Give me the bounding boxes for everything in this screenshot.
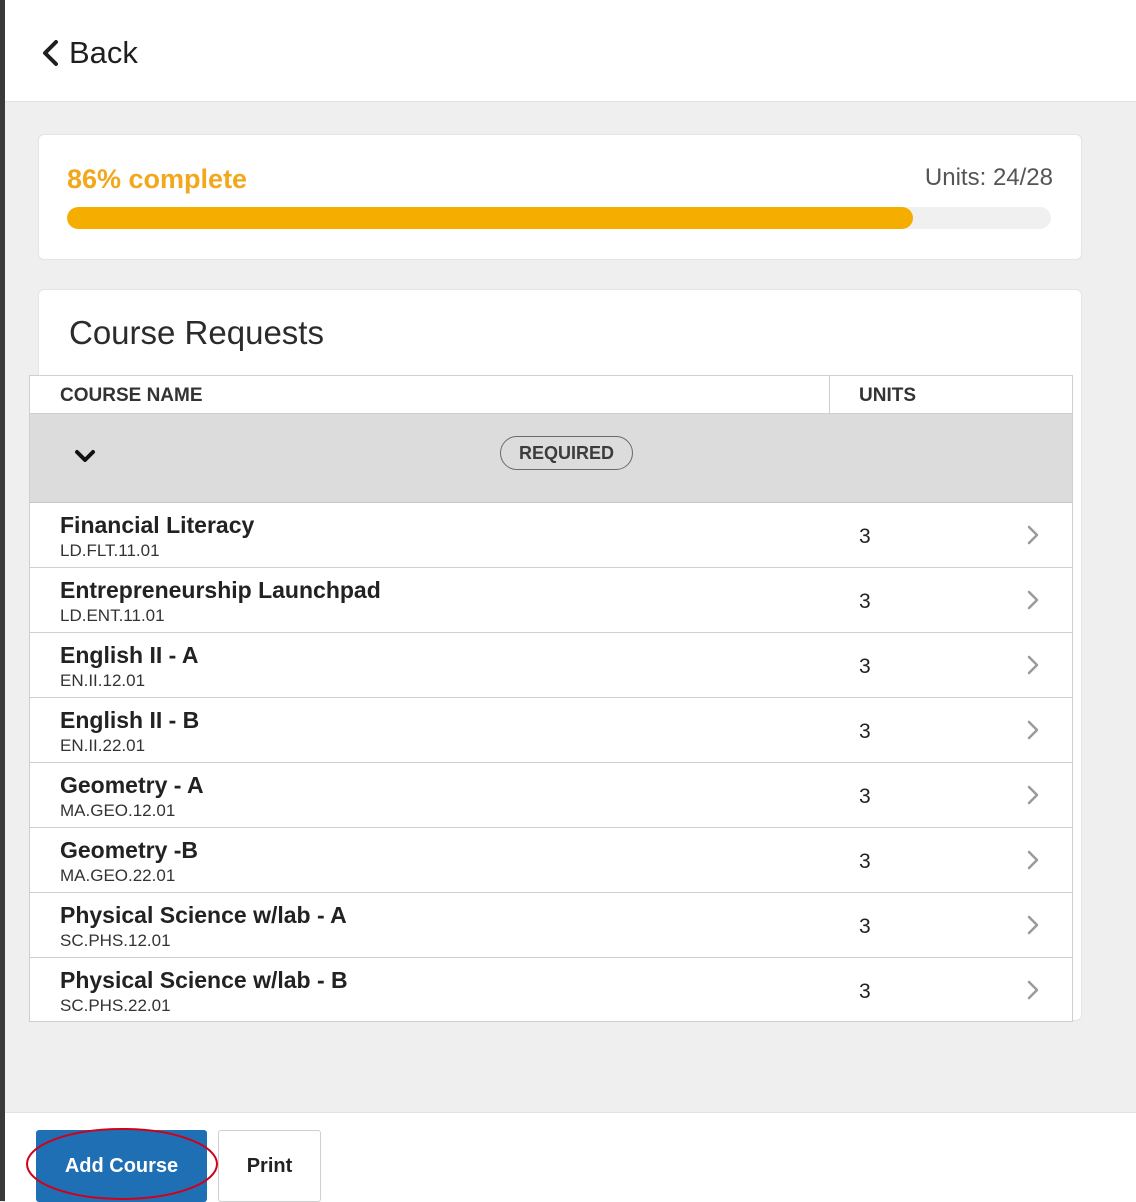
course-code: MA.GEO.22.01 xyxy=(60,866,176,885)
chevron-right-icon xyxy=(1026,654,1040,681)
left-edge-rule xyxy=(0,0,5,1201)
course-units: 3 xyxy=(859,525,871,548)
course-units: 3 xyxy=(859,655,871,678)
chevron-right-icon xyxy=(1026,914,1040,941)
course-units: 3 xyxy=(859,785,871,808)
course-row[interactable]: English II - B EN.II.22.01 3 xyxy=(30,698,1072,763)
required-badge: REQUIRED xyxy=(500,436,634,470)
course-name: English II - B xyxy=(60,707,200,733)
course-name: Geometry - A xyxy=(60,772,204,798)
course-code: SC.PHS.12.01 xyxy=(60,931,171,950)
back-link[interactable]: Back xyxy=(39,33,138,73)
chevron-right-icon xyxy=(1026,784,1040,811)
course-units: 3 xyxy=(859,720,871,743)
print-button[interactable]: Print xyxy=(218,1130,321,1202)
required-group-row: REQUIRED xyxy=(30,414,1072,503)
chevron-right-icon xyxy=(1026,524,1040,551)
course-name: Physical Science w/lab - B xyxy=(60,967,348,993)
course-row[interactable]: Geometry -B MA.GEO.22.01 3 xyxy=(30,828,1072,893)
units-count: Units: 24/28 xyxy=(924,164,1053,191)
course-row[interactable]: English II - A EN.II.12.01 3 xyxy=(30,633,1072,698)
chevron-left-icon xyxy=(43,40,58,66)
column-header-units: UNITS xyxy=(859,385,916,406)
course-row[interactable]: Physical Science w/lab - A SC.PHS.12.01 3 xyxy=(30,893,1072,958)
course-units: 3 xyxy=(859,590,871,613)
course-code: EN.II.22.01 xyxy=(60,736,146,755)
table-header: COURSE NAME UNITS xyxy=(30,376,1072,414)
course-name: Entrepreneurship Launchpad xyxy=(60,577,381,603)
chevron-right-icon xyxy=(1026,979,1040,1006)
column-header-course-name: COURSE NAME xyxy=(60,385,203,406)
course-code: SC.PHS.22.01 xyxy=(60,996,171,1015)
course-rows: Financial Literacy LD.FLT.11.01 3 Entrepren… xyxy=(30,503,1072,1021)
course-code: LD.ENT.11.01 xyxy=(60,606,165,625)
course-code: LD.FLT.11.01 xyxy=(60,541,160,560)
course-code: MA.GEO.12.01 xyxy=(60,801,176,820)
column-divider xyxy=(829,376,830,413)
course-name: Financial Literacy xyxy=(60,512,255,538)
back-label: Back xyxy=(69,35,138,70)
course-units: 3 xyxy=(859,850,871,873)
progress-bar-fill xyxy=(67,207,914,229)
course-row[interactable]: Financial Literacy LD.FLT.11.01 3 xyxy=(30,503,1072,568)
course-name: Physical Science w/lab - A xyxy=(60,902,347,928)
chevron-right-icon xyxy=(1026,849,1040,876)
progress-card: 86% complete Units: 24/28 xyxy=(38,134,1082,260)
progress-complete-label: 86% complete xyxy=(67,164,248,194)
course-code: EN.II.12.01 xyxy=(60,671,146,690)
course-name: Geometry -B xyxy=(60,837,199,863)
chevron-right-icon xyxy=(1026,719,1040,746)
course-requests-title: Course Requests xyxy=(69,314,324,351)
course-row[interactable]: Physical Science w/lab - B SC.PHS.22.01 3 xyxy=(30,958,1072,1021)
course-units: 3 xyxy=(859,980,871,1003)
course-row[interactable]: Entrepreneurship Launchpad LD.ENT.11.01 3 xyxy=(30,568,1072,633)
progress-bar-track xyxy=(67,207,1051,229)
course-name: English II - A xyxy=(60,642,199,668)
top-bar: Back xyxy=(5,0,1136,102)
chevron-right-icon xyxy=(1026,589,1040,616)
add-course-button[interactable]: Add Course xyxy=(36,1130,207,1202)
course-units: 3 xyxy=(859,915,871,938)
footer-bar: Add Course Print xyxy=(5,1112,1136,1202)
course-row[interactable]: Geometry - A MA.GEO.12.01 3 xyxy=(30,763,1072,828)
chevron-down-icon[interactable] xyxy=(74,448,96,469)
course-requests-table: COURSE NAME UNITS REQUIRED Financial Lit… xyxy=(29,375,1073,1022)
